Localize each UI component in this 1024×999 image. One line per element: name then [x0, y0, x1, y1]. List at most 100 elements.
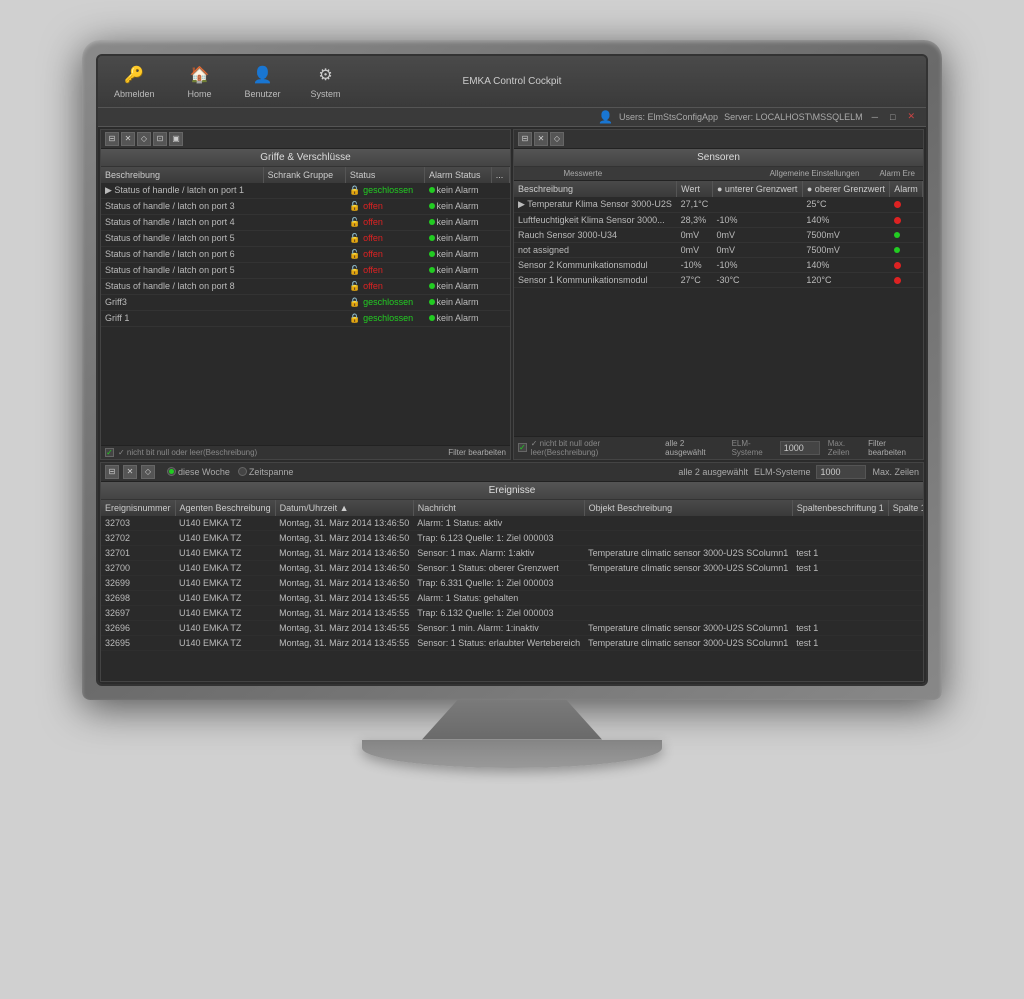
window-minimize-icon[interactable]: ─ [869, 112, 881, 122]
griffe-row[interactable]: Status of handle / latch on port 5 🔓 off… [101, 230, 510, 246]
max-label: Max. Zeilen [828, 439, 864, 457]
ev-sb1 [792, 516, 888, 531]
griffe-row[interactable]: Status of handle / latch on port 3 🔓 off… [101, 198, 510, 214]
events-row[interactable]: 32702 U140 EMKA TZ Montag, 31. März 2014… [101, 530, 923, 545]
sensor-alarm [890, 272, 923, 287]
sensor-col-oberer[interactable]: ● oberer Grenzwert [802, 181, 889, 197]
sensor-col-unterer[interactable]: ● unterer Grenzwert [712, 181, 802, 197]
griffe-row[interactable]: Griff 1 🔒 geschlossen kein Alarm [101, 310, 510, 326]
ev-ptb-2[interactable]: ✕ [123, 465, 137, 479]
events-row[interactable]: 32698 U140 EMKA TZ Montag, 31. März 2014… [101, 590, 923, 605]
toolbar: 🔑 Abmelden 🏠 Home 👤 Benutzer ⚙ System [98, 56, 926, 108]
sensor-col-wert[interactable]: Wert [677, 181, 713, 197]
benutzer-button[interactable]: 👤 Benutzer [237, 60, 289, 103]
col-status[interactable]: Status [345, 167, 424, 183]
ev-datum: Montag, 31. März 2014 13:45:55 [275, 635, 413, 650]
events-row[interactable]: 32699 U140 EMKA TZ Montag, 31. März 2014… [101, 575, 923, 590]
ev-col-agent[interactable]: Agenten Beschreibung [175, 500, 275, 516]
col-beschreibung[interactable]: Beschreibung [101, 167, 263, 183]
griffe-row[interactable]: Status of handle / latch on port 8 🔓 off… [101, 278, 510, 294]
radio-zeitspanne[interactable]: Zeitspanne [238, 467, 294, 477]
ptb-btn-4[interactable]: ⊡ [153, 132, 167, 146]
sensor-desc: Sensor 1 Kommunikationsmodul [514, 272, 677, 287]
ev-agent: U140 EMKA TZ [175, 575, 275, 590]
sensor-wert: 0mV [677, 227, 713, 242]
sensor-desc: not assigned [514, 242, 677, 257]
events-row[interactable]: 32701 U140 EMKA TZ Montag, 31. März 2014… [101, 545, 923, 560]
ev-s1 [888, 590, 923, 605]
events-row[interactable]: 32703 U140 EMKA TZ Montag, 31. März 2014… [101, 516, 923, 531]
griffe-filter-button[interactable]: Filter bearbeiten [448, 448, 506, 457]
ptb-btn-3[interactable]: ◇ [137, 132, 151, 146]
griffe-filter-label: ✓ nicht bit null oder leer(Beschreibung) [118, 448, 257, 457]
griffe-filter-checkbox[interactable]: ✓ [105, 448, 114, 457]
ev-agent: U140 EMKA TZ [175, 516, 275, 531]
ev-objekt: Temperature climatic sensor 3000-U2S SCo… [584, 620, 792, 635]
window-maximize-icon[interactable]: □ [887, 112, 898, 122]
sensoren-panel-title: Sensoren [514, 149, 923, 167]
ev-nachricht: Sensor: 1 min. Alarm: 1:inaktiv [413, 620, 584, 635]
sensoren-ptb-3[interactable]: ◇ [550, 132, 564, 146]
sensoren-row[interactable]: Sensor 1 Kommunikationsmodul 27°C -30°C … [514, 272, 923, 287]
griffe-row[interactable]: Status of handle / latch on port 6 🔓 off… [101, 246, 510, 262]
col-gruppe[interactable]: Schrank Gruppe [263, 167, 345, 183]
col-more[interactable]: ... [491, 167, 509, 183]
sensoren-selected: alle 2 ausgewählt [665, 439, 719, 457]
griffe-row[interactable]: Griff3 🔒 geschlossen kein Alarm [101, 294, 510, 310]
sensor-alarm [890, 227, 923, 242]
ev-col-sb1[interactable]: Spaltenbeschriftung 1 [792, 500, 888, 516]
griffe-alarm: kein Alarm [425, 294, 492, 310]
griffe-row[interactable]: Status of handle / latch on port 4 🔓 off… [101, 214, 510, 230]
radio-diese-woche[interactable]: diese Woche [167, 467, 230, 477]
sensoren-ptb-1[interactable]: ⊟ [518, 132, 532, 146]
window-close-icon[interactable]: ✕ [904, 111, 918, 122]
sensor-alarm [890, 212, 923, 227]
ev-s1 [888, 635, 923, 650]
ev-col-nr[interactable]: Ereignisnummer [101, 500, 175, 516]
ev-nachricht: Sensor: 1 Status: oberer Grenzwert [413, 560, 584, 575]
events-row[interactable]: 32700 U140 EMKA TZ Montag, 31. März 2014… [101, 560, 923, 575]
ptb-btn-2[interactable]: ✕ [121, 132, 135, 146]
ev-col-objekt[interactable]: Objekt Beschreibung [584, 500, 792, 516]
ev-col-s1[interactable]: Spalte 1 [888, 500, 923, 516]
sensoren-ptb-2[interactable]: ✕ [534, 132, 548, 146]
griffe-row[interactable]: ▶ Status of handle / latch on port 1 🔒 g… [101, 183, 510, 199]
ev-sb1: test 1 [792, 560, 888, 575]
col-alarm[interactable]: Alarm Status [425, 167, 492, 183]
sensoren-row[interactable]: Luftfeuchtigkeit Klima Sensor 3000... 28… [514, 212, 923, 227]
user-avatar-icon: 👤 [598, 110, 613, 124]
ev-col-datum[interactable]: Datum/Uhrzeit ▲ [275, 500, 413, 516]
events-row[interactable]: 32695 U140 EMKA TZ Montag, 31. März 2014… [101, 635, 923, 650]
elm-systeme-label: ELM-Systeme [754, 467, 811, 477]
events-row[interactable]: 32696 U140 EMKA TZ Montag, 31. März 2014… [101, 620, 923, 635]
sensor-col-alarm[interactable]: Alarm [890, 181, 923, 197]
allgemeine-label: Allgemeine Einstellungen [770, 169, 860, 178]
events-row[interactable]: 32697 U140 EMKA TZ Montag, 31. März 2014… [101, 605, 923, 620]
griffe-gruppe [263, 262, 345, 278]
sensoren-filter-button[interactable]: Filter bearbeiten [868, 439, 919, 457]
ev-ptb-3[interactable]: ◇ [141, 465, 155, 479]
sensor-col-desc[interactable]: Beschreibung [514, 181, 677, 197]
system-button[interactable]: ⚙ System [301, 60, 351, 103]
elm-systeme-input[interactable] [816, 465, 866, 479]
user-label: Users: ElmStsConfigApp [619, 112, 718, 122]
home-button[interactable]: 🏠 Home [175, 60, 225, 103]
events-table-container: Ereignisnummer Agenten Beschreibung Datu… [101, 500, 923, 681]
sensoren-row[interactable]: Rauch Sensor 3000-U34 0mV 0mV 7500mV [514, 227, 923, 242]
sensoren-row[interactable]: ▶ Temperatur Klima Sensor 3000-U2S 27,1°… [514, 197, 923, 213]
abmelden-button[interactable]: 🔑 Abmelden [106, 60, 163, 103]
ev-ptb-1[interactable]: ⊟ [105, 465, 119, 479]
griffe-row[interactable]: Status of handle / latch on port 5 🔓 off… [101, 262, 510, 278]
sensoren-row[interactable]: Sensor 2 Kommunikationsmodul -10% -10% 1… [514, 257, 923, 272]
ptb-btn-5[interactable]: ▣ [169, 132, 183, 146]
ptb-btn-1[interactable]: ⊟ [105, 132, 119, 146]
abmelden-icon: 🔑 [123, 64, 145, 86]
sensoren-row[interactable]: not assigned 0mV 0mV 7500mV [514, 242, 923, 257]
griffe-desc: Status of handle / latch on port 6 [101, 246, 263, 262]
griffe-gruppe [263, 310, 345, 326]
ev-sb1: test 1 [792, 620, 888, 635]
ev-col-nachricht[interactable]: Nachricht [413, 500, 584, 516]
sensoren-filter-checkbox[interactable]: ✓ [518, 443, 527, 452]
ev-nr: 32701 [101, 545, 175, 560]
elm-input[interactable] [780, 441, 820, 455]
